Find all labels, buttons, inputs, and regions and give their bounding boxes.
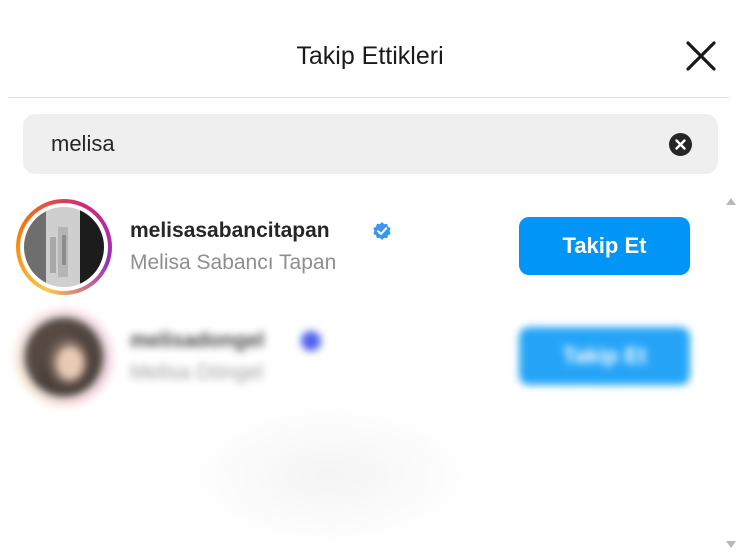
story-ring[interactable]	[16, 199, 112, 295]
search-input[interactable]	[51, 114, 651, 174]
blurred-background	[180, 400, 480, 550]
header-divider	[8, 97, 730, 98]
close-icon	[686, 41, 716, 71]
full-name: Melisa Döngel	[130, 361, 264, 384]
clear-search-button[interactable]	[669, 133, 692, 156]
full-name: Melisa Sabancı Tapan	[130, 251, 337, 274]
avatar[interactable]	[24, 317, 104, 397]
list-item[interactable]: melisadongel Melisa Döngel Takip Et	[0, 305, 730, 405]
follow-button[interactable]: Takip Et	[519, 217, 690, 275]
verified-badge-icon	[373, 222, 391, 240]
dialog-header: Takip Ettikleri	[0, 0, 750, 98]
clear-circle-icon	[675, 139, 686, 150]
scroll-down-arrow-icon[interactable]	[726, 541, 736, 548]
follow-button[interactable]: Takip Et	[519, 327, 690, 385]
search-box[interactable]	[23, 114, 718, 174]
story-ring[interactable]	[16, 309, 112, 405]
close-button[interactable]	[683, 38, 719, 74]
username[interactable]: melisadongel	[130, 329, 264, 353]
username[interactable]: melisasabancitapan	[130, 219, 330, 243]
dialog-title: Takip Ettikleri	[296, 42, 444, 70]
verified-badge-icon	[301, 331, 321, 351]
avatar[interactable]	[24, 207, 104, 287]
list-item[interactable]: melisasabancitapan Melisa Sabancı Tapan …	[0, 195, 730, 295]
